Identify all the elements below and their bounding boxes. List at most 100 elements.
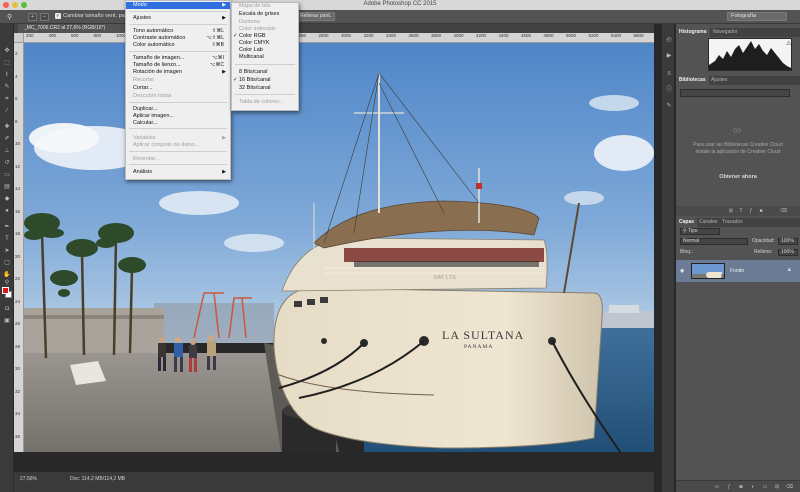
- menu-item-tono-automatico[interactable]: Tono automático ⇧⌘L: [126, 28, 230, 35]
- menu-item-modo[interactable]: Modo ▶: [126, 2, 230, 9]
- add-graphic-icon[interactable]: ⊞: [728, 208, 734, 214]
- type-tool-icon[interactable]: T: [3, 236, 11, 243]
- new-adjustment-icon[interactable]: ◐: [750, 484, 756, 490]
- menu-shortcut: ⌥⌘I: [211, 55, 224, 61]
- menu-item-analisis[interactable]: Análisis ▶: [126, 169, 230, 176]
- menu-item-duplicar[interactable]: Duplicar...: [126, 106, 230, 113]
- history-panel-icon[interactable]: ◴: [665, 36, 673, 44]
- zoom-tool-icon[interactable]: ⚲: [7, 13, 17, 21]
- pen-tool-icon[interactable]: ✒: [3, 224, 11, 231]
- menu-item-color-rgb[interactable]: ✓ Color RGB: [232, 33, 298, 40]
- healing-brush-tool-icon[interactable]: ✚: [3, 124, 11, 131]
- ruler-h-tick: 4200: [476, 33, 487, 38]
- blur-tool-icon[interactable]: ◆: [3, 196, 11, 203]
- screen-mode-icon[interactable]: ▣: [3, 318, 11, 325]
- menu-item-tamano-de-imagen[interactable]: Tamaño de imagen... ⌥⌘I: [126, 55, 230, 62]
- path-selection-tool-icon[interactable]: ➤: [3, 248, 11, 255]
- history-brush-tool-icon[interactable]: ↺: [3, 160, 11, 167]
- get-now-link[interactable]: Obtener ahora: [690, 174, 786, 180]
- menu-item-label: Aplicar imagen...: [133, 113, 174, 119]
- properties-panel-icon[interactable]: ≡: [665, 70, 673, 78]
- layer-style-icon[interactable]: ƒ: [726, 484, 732, 490]
- ruler-h-tick: 200: [26, 33, 34, 38]
- menu-shortcut: ⌥⇧⌘L: [206, 35, 224, 41]
- clone-stamp-tool-icon[interactable]: ⊥: [3, 148, 11, 155]
- workspace-switcher[interactable]: Fotografía: [727, 12, 787, 21]
- add-text-icon[interactable]: T: [738, 208, 744, 214]
- menu-item-multicanal[interactable]: Multicanal: [232, 54, 298, 61]
- brush-tool-icon[interactable]: ✐: [3, 136, 11, 143]
- visibility-eye-icon[interactable]: ◉: [680, 268, 684, 274]
- horizontal-ruler[interactable]: 2004006008001000120014001600180020002200…: [24, 33, 654, 43]
- move-tool-icon[interactable]: ✥: [3, 48, 11, 55]
- menu-item-cortar[interactable]: Cortar...: [126, 85, 230, 92]
- shape-tool-icon[interactable]: ▢: [3, 260, 11, 267]
- cache-warning-icon[interactable]: ⚠: [786, 40, 791, 47]
- opacity-field[interactable]: 100%: [778, 238, 798, 245]
- layer-kind-filter[interactable]: ⚲ Tipo: [680, 228, 720, 235]
- menu-item-32-bits-canal[interactable]: 32 Bits/canal: [232, 85, 298, 92]
- menu-item-ajustes[interactable]: Ajustes ▶: [126, 15, 230, 22]
- menu-item-calcular[interactable]: Calcular...: [126, 120, 230, 127]
- menu-item-recortar: Recortar: [126, 77, 230, 84]
- menu-separator: [129, 24, 227, 25]
- tab-histogram[interactable]: Histograma: [676, 28, 710, 37]
- menu-item-rotacion-de-imagen[interactable]: Rotación de imagen ▶: [126, 69, 230, 76]
- zoom-out-icon[interactable]: −: [40, 13, 49, 21]
- link-layers-icon[interactable]: ∞: [714, 484, 720, 490]
- add-mask-icon[interactable]: ◙: [738, 484, 744, 490]
- tab-layers[interactable]: Capas: [676, 218, 698, 227]
- library-delete-icon[interactable]: ⌫: [780, 208, 787, 214]
- gradient-tool-icon[interactable]: ▤: [3, 184, 11, 191]
- menu-item-escala-de-grises[interactable]: Escala de grises: [232, 11, 298, 18]
- menu-item-color-lab[interactable]: Color Lab: [232, 47, 298, 54]
- tab-paths[interactable]: Trazados: [719, 218, 746, 227]
- marquee-tool-icon[interactable]: ⬚: [3, 60, 11, 67]
- menu-item-tamano-de-lienzo[interactable]: Tamaño de lienzo... ⌥⌘C: [126, 62, 230, 69]
- new-group-icon[interactable]: ▭: [762, 484, 768, 490]
- fill-screen-button[interactable]: Rellenar pant.: [296, 12, 336, 21]
- menu-item-16-bits-canal[interactable]: ✓ 16 Bits/canal: [232, 77, 298, 84]
- menu-item-8-bits-canal[interactable]: 8 Bits/canal: [232, 69, 298, 76]
- ruler-v-tick: 32: [15, 388, 21, 394]
- status-zoom[interactable]: 27,56%: [20, 476, 37, 482]
- menu-item-contraste-automatico[interactable]: Contraste automático ⌥⇧⌘L: [126, 35, 230, 42]
- add-color-icon[interactable]: ■: [758, 208, 764, 214]
- tab-adjustments[interactable]: Ajustes: [708, 76, 730, 85]
- tab-navigator[interactable]: Navegador: [710, 28, 740, 37]
- fill-field[interactable]: 100%: [778, 249, 798, 256]
- dodge-tool-icon[interactable]: ●: [3, 208, 11, 215]
- ruler-v-tick: 36: [15, 433, 21, 439]
- quick-select-tool-icon[interactable]: ✎: [3, 84, 11, 91]
- add-style-icon[interactable]: ƒ: [748, 208, 754, 214]
- new-layer-icon[interactable]: ⊞: [774, 484, 780, 490]
- hand-tool-icon[interactable]: ✋: [3, 272, 11, 279]
- ruler-corner[interactable]: [14, 33, 24, 43]
- resize-windows-checkbox[interactable]: ✓: [55, 13, 61, 19]
- actions-panel-icon[interactable]: ▶: [665, 52, 673, 60]
- vertical-ruler[interactable]: 2 4 6 8 10 12 14 16 18 20 22 24 26 28 30 32 34 36: [14, 43, 24, 452]
- eyedropper-tool-icon[interactable]: ⁄: [3, 108, 11, 115]
- foreground-color-swatch[interactable]: [2, 287, 9, 294]
- document-canvas[interactable]: LA SULTANA PANAMA DAY 1 TS: [24, 43, 654, 471]
- lasso-tool-icon[interactable]: ℓ: [3, 72, 11, 79]
- brush-panel-icon[interactable]: ✎: [665, 102, 673, 110]
- zoom-tool-panel-icon[interactable]: ⚲: [3, 280, 11, 287]
- status-doc-size[interactable]: Doc: 114,2 MB/114,2 MB: [70, 476, 125, 482]
- layer-thumbnail[interactable]: [691, 263, 725, 279]
- delete-layer-icon[interactable]: ⌫: [786, 484, 793, 490]
- tab-channels[interactable]: Canales: [696, 218, 720, 227]
- menu-item-color-automatico[interactable]: Color automático ⇧⌘B: [126, 42, 230, 49]
- crop-tool-icon[interactable]: ⌗: [3, 96, 11, 103]
- eraser-tool-icon[interactable]: ▭: [3, 172, 11, 179]
- blend-mode-select[interactable]: Normal: [680, 238, 748, 245]
- library-select[interactable]: [680, 89, 790, 97]
- quick-mask-icon[interactable]: ◘: [3, 306, 11, 313]
- menu-item-aplicar-imagen[interactable]: Aplicar imagen...: [126, 113, 230, 120]
- menu-item-color-cmyk[interactable]: Color CMYK: [232, 40, 298, 47]
- layer-row-background[interactable]: ◉ Fondo 🔒︎: [676, 260, 800, 282]
- info-panel-icon[interactable]: ⓘ: [665, 86, 673, 94]
- tab-libraries[interactable]: Bibliotecas: [676, 76, 709, 85]
- zoom-in-icon[interactable]: +: [28, 13, 37, 21]
- menu-item-label: Cortar...: [133, 85, 153, 91]
